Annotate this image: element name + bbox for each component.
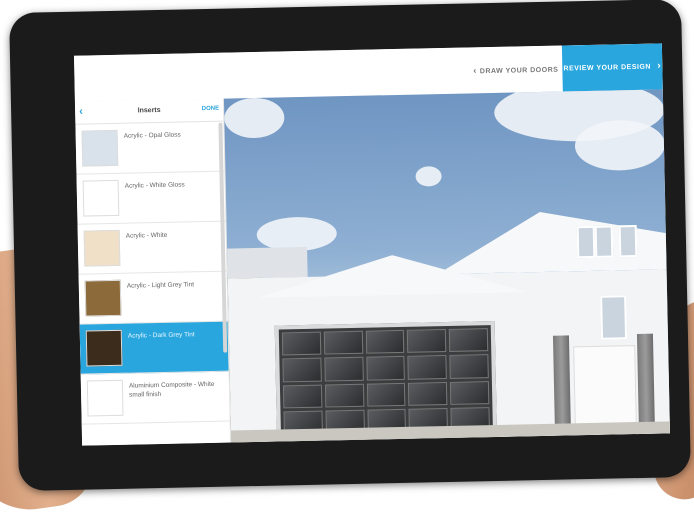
review-your-design-button[interactable]: REVIEW YOUR DESIGN › (561, 43, 663, 92)
window (600, 295, 628, 340)
garage-glass-pane (365, 329, 405, 354)
draw-your-doors-label: DRAW YOUR DOORS (479, 66, 559, 76)
garage-glass-pane (324, 383, 364, 408)
insert-swatch (86, 379, 124, 417)
chevron-left-icon: ‹ (473, 65, 477, 76)
inserts-panel-header: ‹ Inserts DONE (74, 98, 224, 125)
window (576, 225, 596, 259)
garage-door[interactable] (274, 320, 498, 442)
garage-glass-pane (408, 381, 448, 406)
inserts-panel: ‹ Inserts DONE Acrylic - Opal Gloss Acryl… (74, 98, 232, 446)
house-preview-image (223, 89, 671, 443)
insert-label: Acrylic - Opal Gloss (123, 131, 181, 140)
window (618, 224, 638, 258)
insert-label: Acrylic - White Gloss (124, 181, 185, 190)
garage-glass-pane (365, 356, 406, 381)
garage-glass-pane (450, 380, 490, 405)
garage-glass-pane (323, 330, 363, 355)
front-gate (573, 345, 637, 429)
window (594, 225, 614, 258)
insert-option[interactable]: Aluminium Composite - White small finish (80, 371, 230, 425)
garage-glass-pane (407, 355, 448, 380)
neighbor-house (227, 246, 308, 279)
insert-label: Acrylic - Dark Grey Tint (127, 331, 195, 340)
cloud (415, 166, 442, 187)
stone-pillar (636, 333, 655, 424)
tablet-device: ‹ DRAW YOUR DOORS REVIEW YOUR DESIGN › ‹ … (9, 0, 691, 491)
garage-glass-pane (282, 384, 323, 409)
insert-swatch (81, 129, 119, 167)
garage-glass-pane (324, 357, 364, 382)
insert-label: Acrylic - Light Grey Tint (126, 281, 195, 290)
insert-option[interactable]: Acrylic - Opal Gloss (75, 121, 225, 175)
review-your-design-label: REVIEW YOUR DESIGN (563, 63, 651, 73)
stone-pillar (552, 335, 571, 426)
app-screen: ‹ DRAW YOUR DOORS REVIEW YOUR DESIGN › ‹ … (73, 43, 671, 446)
insert-swatch (85, 329, 123, 367)
insert-swatch (83, 229, 121, 267)
garage-glass-pane (407, 329, 447, 354)
cloud (223, 97, 285, 139)
garage-glass-pane (448, 328, 489, 353)
done-button[interactable]: DONE (202, 106, 219, 112)
chevron-right-icon: › (657, 60, 662, 72)
garage-glass-pane (366, 382, 406, 407)
garage-door-panels (281, 328, 490, 435)
insert-label: Acrylic - White (125, 231, 168, 240)
insert-option[interactable]: Acrylic - White Gloss (76, 171, 226, 225)
garage-glass-pane (281, 331, 322, 356)
garage-glass-pane (449, 354, 489, 379)
draw-your-doors-button[interactable]: ‹ DRAW YOUR DOORS (473, 46, 559, 94)
insert-option[interactable]: Acrylic - Dark Grey Tint (79, 321, 229, 375)
insert-swatch (84, 279, 122, 317)
insert-label: Aluminium Composite - White small finish (128, 380, 215, 399)
cloud (574, 119, 666, 172)
insert-swatch (82, 179, 120, 217)
insert-option[interactable]: Acrylic - White (77, 221, 227, 275)
insert-option[interactable]: Acrylic - Light Grey Tint (78, 271, 228, 325)
inserts-list: Acrylic - Opal Gloss Acrylic - White Glos… (75, 121, 230, 425)
garage-glass-pane (282, 357, 322, 382)
